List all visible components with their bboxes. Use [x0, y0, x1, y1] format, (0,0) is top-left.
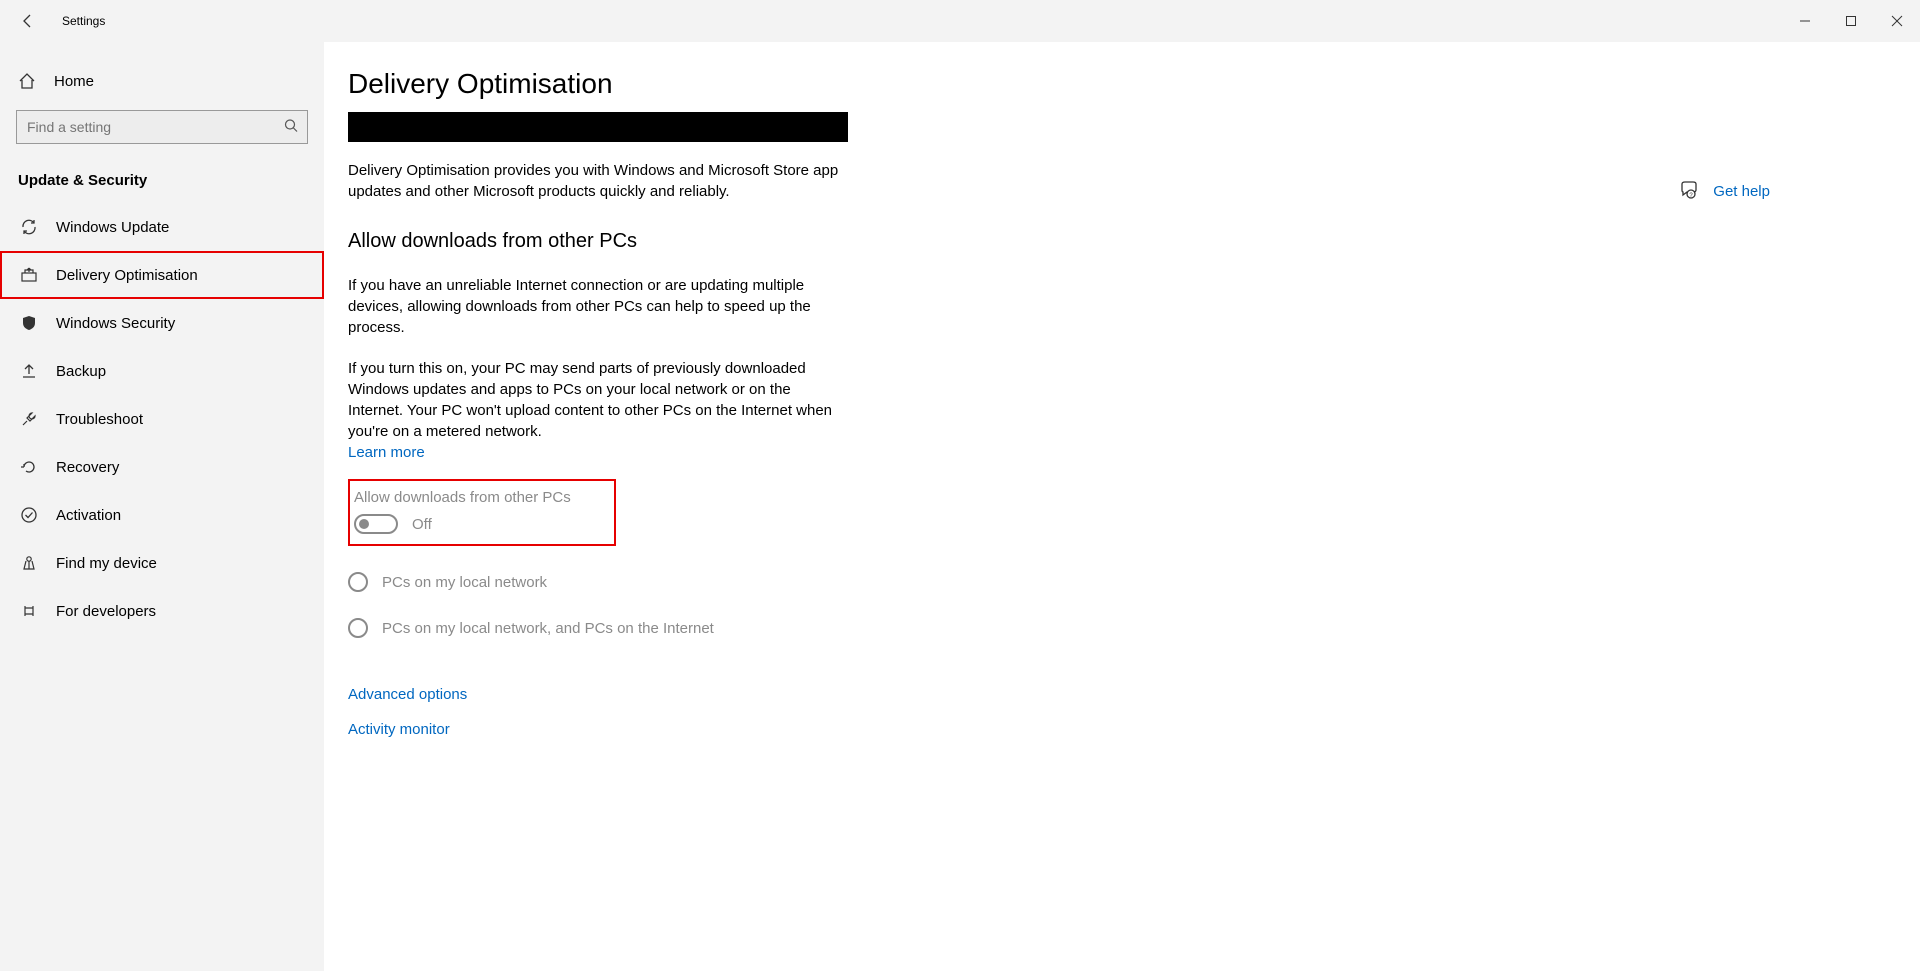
radio-icon: [348, 572, 368, 592]
sidebar-home-label: Home: [54, 73, 94, 90]
sidebar-item-for-developers[interactable]: For developers: [0, 587, 324, 635]
radio-label: PCs on my local network: [382, 574, 547, 591]
sidebar-item-label: For developers: [56, 603, 156, 620]
radio-local-and-internet[interactable]: PCs on my local network, and PCs on the …: [348, 618, 1880, 638]
help-icon: ?: [1679, 180, 1699, 203]
toggle-state: Off: [412, 516, 432, 533]
sidebar-item-backup[interactable]: Backup: [0, 347, 324, 395]
developer-icon: [20, 602, 38, 620]
sidebar-item-windows-update[interactable]: Windows Update: [0, 203, 324, 251]
sidebar-item-label: Activation: [56, 507, 121, 524]
search-input[interactable]: [16, 110, 308, 144]
section-para-2: If you turn this on, your PC may send pa…: [348, 358, 848, 442]
advanced-options-link[interactable]: Advanced options: [348, 686, 1880, 703]
search-icon: [284, 119, 298, 136]
location-icon: [20, 554, 38, 572]
titlebar: Settings: [0, 0, 1920, 42]
section-para-1: If you have an unreliable Internet conne…: [348, 275, 848, 338]
page-title: Delivery Optimisation: [348, 68, 1880, 100]
sidebar-item-label: Recovery: [56, 459, 119, 476]
recovery-icon: [20, 458, 38, 476]
back-button[interactable]: [18, 11, 38, 31]
intro-text: Delivery Optimisation provides you with …: [348, 160, 848, 202]
close-button[interactable]: [1874, 0, 1920, 42]
window-title: Settings: [62, 14, 105, 28]
sidebar-item-label: Windows Security: [56, 315, 175, 332]
sidebar-item-find-my-device[interactable]: Find my device: [0, 539, 324, 587]
allow-downloads-toggle[interactable]: [354, 514, 398, 534]
check-circle-icon: [20, 506, 38, 524]
toggle-label: Allow downloads from other PCs: [354, 489, 610, 506]
sidebar-item-activation[interactable]: Activation: [0, 491, 324, 539]
activity-monitor-link[interactable]: Activity monitor: [348, 721, 1880, 738]
sidebar-item-recovery[interactable]: Recovery: [0, 443, 324, 491]
upload-icon: [20, 362, 38, 380]
shield-icon: [20, 314, 38, 332]
sidebar-section-title: Update & Security: [0, 162, 324, 203]
sidebar-item-label: Windows Update: [56, 219, 169, 236]
sidebar-item-windows-security[interactable]: Windows Security: [0, 299, 324, 347]
sidebar-item-label: Delivery Optimisation: [56, 267, 198, 284]
get-help-link[interactable]: Get help: [1713, 183, 1770, 200]
redacted-banner: [348, 112, 848, 142]
sidebar-item-troubleshoot[interactable]: Troubleshoot: [0, 395, 324, 443]
sidebar-item-label: Backup: [56, 363, 106, 380]
sync-icon: [20, 218, 38, 236]
section-heading: Allow downloads from other PCs: [348, 230, 1880, 253]
window-controls: [1782, 0, 1920, 42]
radio-label: PCs on my local network, and PCs on the …: [382, 620, 714, 637]
allow-downloads-toggle-block: Allow downloads from other PCs Off: [348, 479, 616, 546]
help-panel: ? Get help: [1679, 180, 1770, 203]
radio-icon: [348, 618, 368, 638]
sidebar-item-delivery-optimisation[interactable]: Delivery Optimisation: [0, 251, 324, 299]
sidebar-item-label: Troubleshoot: [56, 411, 143, 428]
wrench-icon: [20, 410, 38, 428]
radio-local-network[interactable]: PCs on my local network: [348, 572, 1880, 592]
home-icon: [18, 72, 36, 90]
maximize-button[interactable]: [1828, 0, 1874, 42]
minimize-button[interactable]: [1782, 0, 1828, 42]
sidebar-home[interactable]: Home: [0, 60, 324, 102]
delivery-icon: [20, 266, 38, 284]
sidebar-item-label: Find my device: [56, 555, 157, 572]
content-area: Delivery Optimisation Delivery Optimisat…: [324, 42, 1920, 971]
sidebar: Home Update & Security Windows Update De…: [0, 42, 324, 971]
learn-more-link[interactable]: Learn more: [348, 444, 425, 461]
